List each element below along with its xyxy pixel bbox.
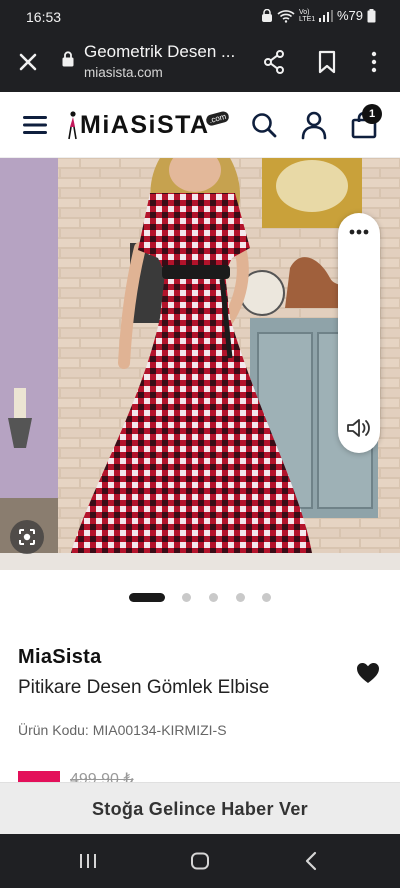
lens-icon <box>19 529 35 545</box>
menu-icon[interactable] <box>22 113 48 137</box>
signal-icon <box>318 9 333 22</box>
carousel-dot-1[interactable] <box>129 593 165 602</box>
product-brand[interactable]: MiaSista <box>18 646 102 669</box>
browser-toolbar: Geometrik Desen ... miasista.com <box>0 34 400 92</box>
heart-icon[interactable] <box>356 662 380 684</box>
carousel-dot-5[interactable] <box>262 593 271 602</box>
system-nav-bar <box>0 834 400 888</box>
notify-when-in-stock-button[interactable]: Stoğa Gelince Haber Ver <box>0 782 400 834</box>
product-code-label: Ürün Kodu: <box>18 722 89 738</box>
bookmark-icon[interactable] <box>316 49 338 75</box>
lock-icon <box>62 51 74 67</box>
more-vertical-icon[interactable] <box>364 49 384 75</box>
logo-figure-icon <box>68 111 77 140</box>
status-bar: 16:53 Vo) LTE1 %79 <box>0 0 400 34</box>
battery-percent: %79 <box>336 8 363 23</box>
cart-count-badge[interactable]: 1 <box>362 104 382 124</box>
site-header: MiASiSTA .com <box>0 92 400 158</box>
lens-button[interactable] <box>10 520 44 554</box>
carousel-dot-3[interactable] <box>209 593 218 602</box>
home-icon[interactable] <box>190 852 210 870</box>
logo-text: MiASiSTA <box>80 110 210 139</box>
network-label: Vo) LTE1 <box>298 8 316 23</box>
carousel-dot-2[interactable] <box>182 593 191 602</box>
site-logo[interactable]: MiASiSTA .com <box>66 109 230 140</box>
more-horizontal-icon[interactable] <box>348 225 370 239</box>
close-icon[interactable] <box>14 48 42 76</box>
status-time: 16:53 <box>26 9 62 25</box>
carousel-dot-4[interactable] <box>236 593 245 602</box>
lock-screen-icon <box>261 8 272 22</box>
account-icon[interactable] <box>300 110 328 140</box>
battery-icon <box>367 8 376 22</box>
page-title[interactable]: Geometrik Desen ... <box>84 42 235 62</box>
back-icon[interactable] <box>304 851 318 871</box>
recents-icon[interactable] <box>78 853 98 869</box>
status-icons: Vo) LTE1 %79 <box>261 8 376 23</box>
product-code: Ürün Kodu: MIA00134-KIRMIZI-S <box>18 722 227 738</box>
url-text[interactable]: miasista.com <box>84 65 163 80</box>
speaker-icon[interactable] <box>346 416 372 440</box>
product-code-value: MIA00134-KIRMIZI-S <box>92 722 227 738</box>
wifi-icon <box>277 9 295 23</box>
search-icon[interactable] <box>250 111 278 139</box>
carousel-indicator <box>0 592 400 604</box>
share-icon[interactable] <box>262 49 286 75</box>
product-name: Pitikare Desen Gömlek Elbise <box>18 677 270 698</box>
